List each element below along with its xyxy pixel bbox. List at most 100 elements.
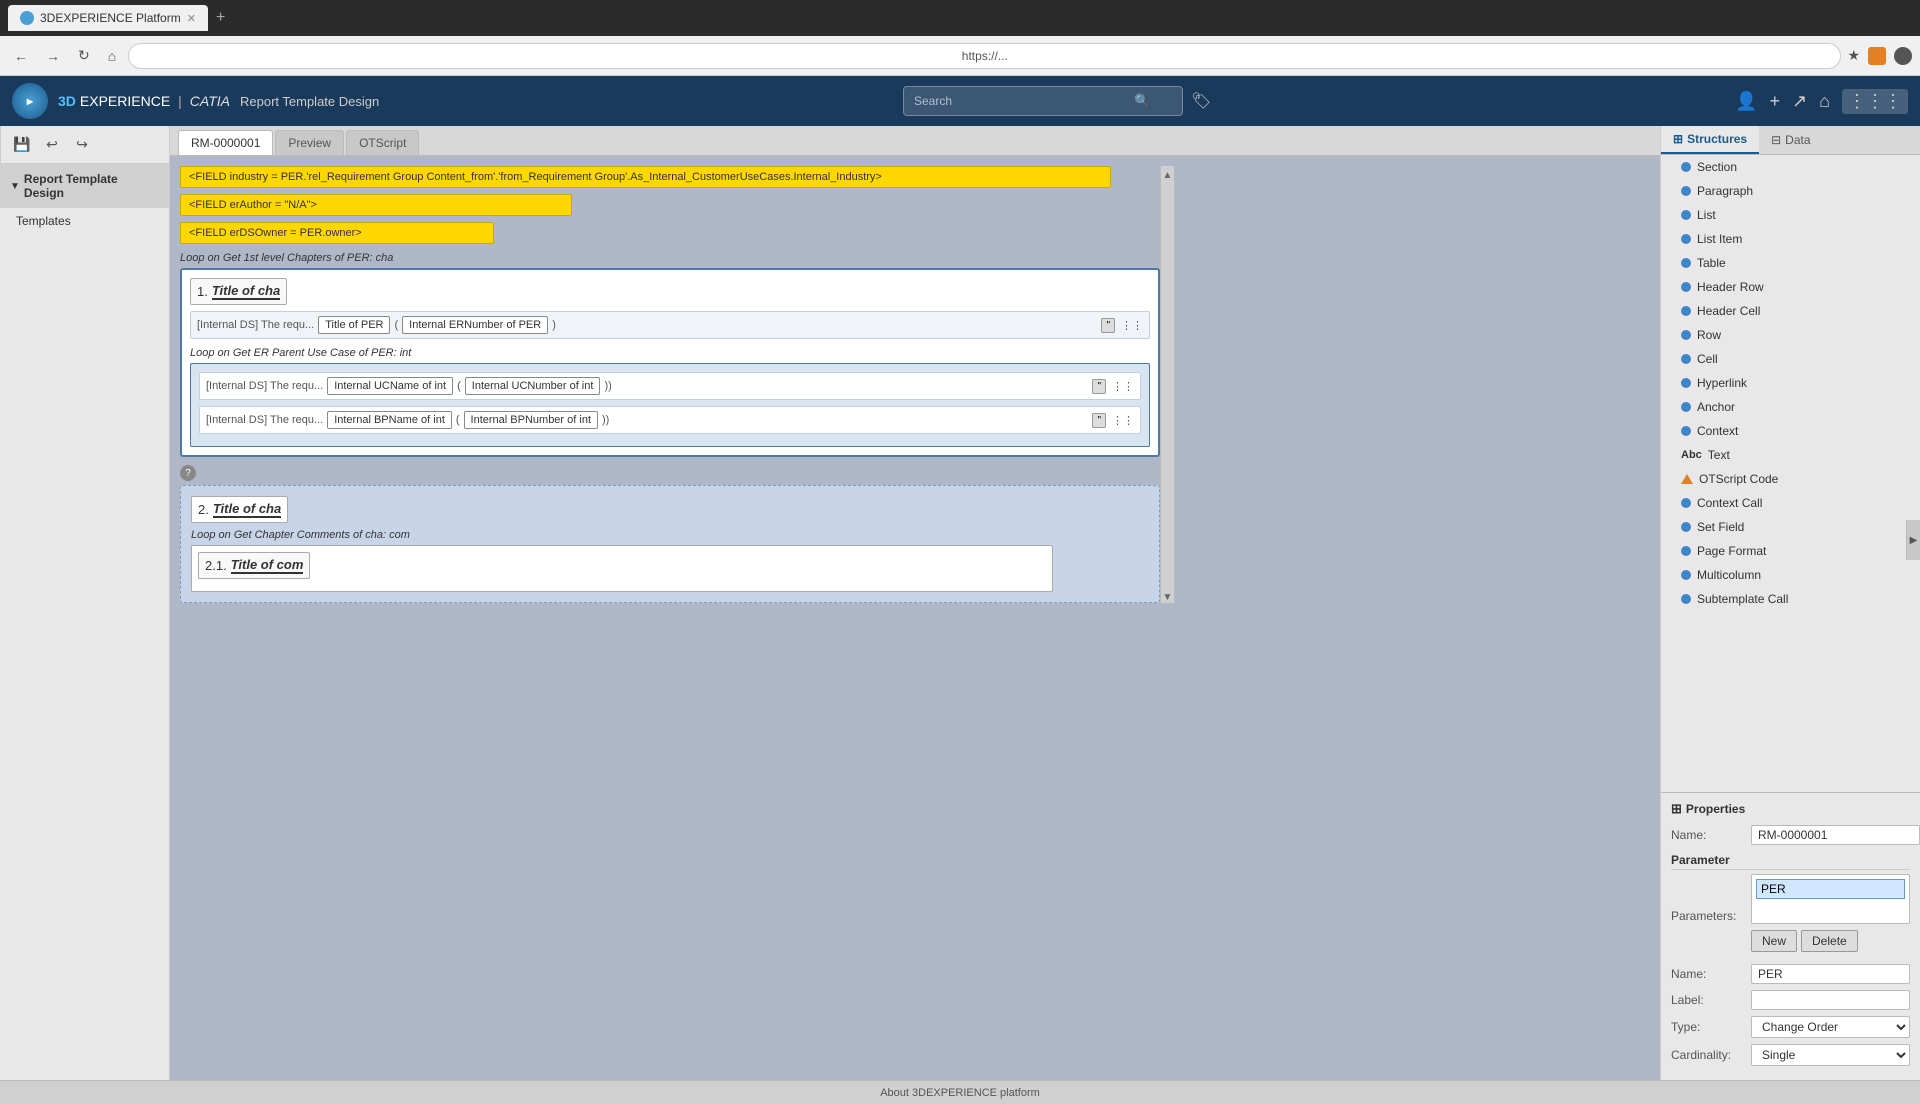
- app-title: Report Template Design: [240, 94, 379, 109]
- struct-item-context[interactable]: Context: [1661, 419, 1920, 443]
- canvas-wrapper[interactable]: <FIELD industry = PER.'rel_Requirement G…: [170, 156, 1660, 1080]
- listitem-label: List Item: [1697, 232, 1742, 246]
- struct-item-headercell[interactable]: Header Cell: [1661, 299, 1920, 323]
- params-row: Parameters: PER New Delete: [1671, 874, 1910, 958]
- cell-label: Cell: [1697, 352, 1718, 366]
- struct-item-setfield[interactable]: Set Field: [1661, 515, 1920, 539]
- profile-icon[interactable]: [1894, 47, 1912, 65]
- search-container: 🔍: [903, 86, 1183, 116]
- chapter2-title: Title of cha: [213, 501, 281, 518]
- tag-icon[interactable]: 🏷: [1191, 91, 1211, 111]
- more-icon[interactable]: ⋮⋮⋮: [1842, 89, 1908, 114]
- extension-icon[interactable]: [1868, 47, 1886, 65]
- quote-btn-bp[interactable]: ": [1092, 413, 1106, 428]
- undo-button[interactable]: ↩: [39, 132, 65, 158]
- panel-collapse-btn[interactable]: ▶: [1906, 520, 1920, 560]
- bookmark-icon[interactable]: ★: [1847, 47, 1860, 64]
- browser-tab-active[interactable]: 3DEXPERIENCE Platform ✕: [8, 5, 208, 31]
- scroll-bar-right[interactable]: ▲ ▼: [1160, 166, 1174, 603]
- label-field-input[interactable]: [1751, 990, 1910, 1010]
- field-er-number[interactable]: Internal ERNumber of PER: [402, 316, 548, 334]
- name-field-input[interactable]: [1751, 964, 1910, 984]
- refresh-button[interactable]: ↻: [72, 43, 96, 68]
- app-brand: 3D EXPERIENCE | CATIA: [58, 93, 230, 109]
- tab-data-label: Data: [1785, 133, 1810, 147]
- scroll-up-icon[interactable]: ▲: [1163, 170, 1173, 181]
- struct-item-headerrow[interactable]: Header Row: [1661, 275, 1920, 299]
- struct-item-row[interactable]: Row: [1661, 323, 1920, 347]
- struct-item-table[interactable]: Table: [1661, 251, 1920, 275]
- tab-close-btn[interactable]: ✕: [187, 12, 196, 25]
- back-button[interactable]: ←: [8, 44, 34, 68]
- paragraph-label: Paragraph: [1697, 184, 1753, 198]
- row-label: Row: [1697, 328, 1721, 342]
- prop-name-input[interactable]: [1751, 825, 1920, 845]
- browser-toolbar: ← → ↻ ⌂ https://... ★: [0, 36, 1920, 76]
- tab-rm[interactable]: RM-0000001: [178, 130, 273, 155]
- new-button[interactable]: New: [1751, 930, 1797, 952]
- field-author[interactable]: <FIELD erAuthor = "N/A">: [180, 194, 572, 216]
- struct-item-text[interactable]: Abc Text: [1661, 443, 1920, 467]
- more-btn-uc[interactable]: ⋮⋮: [1112, 380, 1134, 393]
- sidebar-item-templates[interactable]: Templates: [0, 208, 169, 234]
- sidebar-header[interactable]: ▼ Report Template Design: [0, 164, 169, 208]
- params-container: PER New Delete: [1751, 874, 1910, 958]
- field-ucname[interactable]: Internal UCName of int: [327, 377, 453, 395]
- struct-item-subtemplate[interactable]: Subtemplate Call: [1661, 587, 1920, 611]
- text-label: Text: [1708, 448, 1730, 462]
- scroll-down-icon[interactable]: ▼: [1163, 592, 1173, 603]
- struct-item-list[interactable]: List: [1661, 203, 1920, 227]
- param-buttons: New Delete: [1751, 930, 1910, 952]
- quote-btn-uc[interactable]: ": [1092, 379, 1106, 394]
- tab-data[interactable]: ⊟ Data: [1759, 126, 1822, 154]
- struct-item-otscript[interactable]: OTScript Code: [1661, 467, 1920, 491]
- chapter2-title-row: 2. Title of cha: [191, 496, 288, 523]
- home-app-icon[interactable]: ⌂: [1819, 91, 1830, 112]
- address-bar[interactable]: https://...: [128, 43, 1841, 69]
- subchapter-num: 2.1.: [205, 558, 227, 573]
- params-label: Parameters:: [1671, 909, 1751, 923]
- field-bpname[interactable]: Internal BPName of int: [327, 411, 452, 429]
- more-btn-bp[interactable]: ⋮⋮: [1112, 414, 1134, 427]
- field-dsowner[interactable]: <FIELD erDSOwner = PER.owner>: [180, 222, 494, 244]
- save-button[interactable]: 💾: [9, 132, 35, 158]
- struct-item-cell[interactable]: Cell: [1661, 347, 1920, 371]
- browser-toolbar-icons: ★: [1847, 47, 1912, 65]
- tab-structures[interactable]: ⊞ Structures: [1661, 126, 1759, 154]
- param-item-per[interactable]: PER: [1756, 879, 1905, 899]
- help-circle[interactable]: ?: [180, 465, 196, 481]
- add-icon[interactable]: +: [1770, 91, 1781, 112]
- redo-button[interactable]: ↪: [69, 132, 95, 158]
- field-bpnumber[interactable]: Internal BPNumber of int: [464, 411, 598, 429]
- app-logo: ▶: [12, 83, 48, 119]
- struct-item-hyperlink[interactable]: Hyperlink: [1661, 371, 1920, 395]
- table-label: Table: [1697, 256, 1726, 270]
- forward-button[interactable]: →: [40, 44, 66, 68]
- struct-item-listitem[interactable]: List Item: [1661, 227, 1920, 251]
- field-ucnumber[interactable]: Internal UCNumber of int: [465, 377, 601, 395]
- chapter1-title: Title of cha: [212, 283, 280, 300]
- tab-otscript[interactable]: OTScript: [346, 130, 419, 155]
- cardinality-select[interactable]: Single: [1751, 1044, 1910, 1066]
- struct-item-anchor[interactable]: Anchor: [1661, 395, 1920, 419]
- header-right-icons: 👤 + ↗ ⌂ ⋮⋮⋮: [1735, 89, 1908, 114]
- delete-button[interactable]: Delete: [1801, 930, 1858, 952]
- quote-btn1[interactable]: ": [1101, 318, 1115, 333]
- struct-item-pageformat[interactable]: Page Format: [1661, 539, 1920, 563]
- type-select[interactable]: Change Order: [1751, 1016, 1910, 1038]
- share-icon[interactable]: ↗: [1792, 91, 1807, 112]
- loop1-label: Loop on Get 1st level Chapters of PER: c…: [180, 252, 1160, 264]
- struct-item-multicolumn[interactable]: Multicolumn: [1661, 563, 1920, 587]
- field-title-per[interactable]: Title of PER: [318, 316, 390, 334]
- field-industry[interactable]: <FIELD industry = PER.'rel_Requirement G…: [180, 166, 1111, 188]
- more-btn1[interactable]: ⋮⋮: [1121, 319, 1143, 332]
- struct-item-paragraph[interactable]: Paragraph: [1661, 179, 1920, 203]
- struct-item-section[interactable]: Section: [1661, 155, 1920, 179]
- template-canvas: <FIELD industry = PER.'rel_Requirement G…: [180, 166, 1160, 603]
- search-input[interactable]: [914, 94, 1134, 108]
- new-tab-button[interactable]: +: [216, 9, 225, 27]
- user-icon[interactable]: 👤: [1735, 91, 1757, 112]
- home-button[interactable]: ⌂: [102, 44, 122, 68]
- struct-item-contextcall[interactable]: Context Call: [1661, 491, 1920, 515]
- tab-preview[interactable]: Preview: [275, 130, 344, 155]
